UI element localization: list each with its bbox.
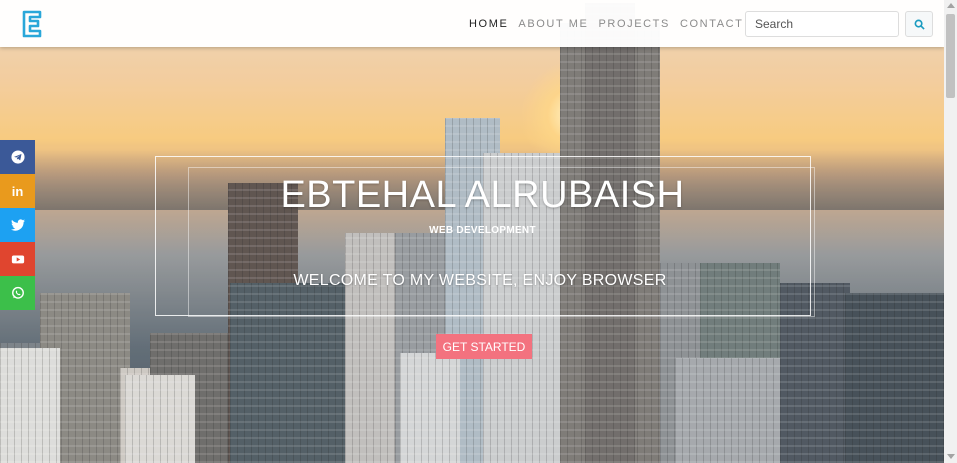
nav-projects[interactable]: PROJECTS bbox=[598, 18, 669, 30]
navbar: E HOMEABOUT MEPROJECTSCONTACT ME bbox=[0, 0, 944, 47]
scroll-thumb[interactable] bbox=[946, 14, 955, 98]
search-button[interactable] bbox=[905, 11, 933, 37]
scroll-down-arrow-icon[interactable] bbox=[947, 454, 955, 459]
logo-e-icon[interactable] bbox=[20, 9, 44, 39]
hero-welcome-text: WELCOME TO MY WEBSITE, ENJOY BROWSER bbox=[293, 272, 667, 289]
twitter-icon bbox=[10, 219, 25, 231]
linkedin-button[interactable]: in bbox=[0, 174, 35, 208]
social-sidebar: in bbox=[0, 140, 35, 310]
nav-home[interactable]: HOME bbox=[469, 18, 508, 30]
telegram-button[interactable] bbox=[0, 140, 35, 174]
whatsapp-button[interactable] bbox=[0, 276, 35, 310]
scroll-up-arrow-icon[interactable] bbox=[947, 3, 955, 8]
nav-about-me[interactable]: ABOUT ME bbox=[518, 18, 588, 30]
hero-subtitle: WEB DEVELOPMENT bbox=[429, 225, 536, 236]
youtube-icon bbox=[11, 255, 24, 264]
search-icon bbox=[914, 19, 925, 30]
telegram-icon bbox=[10, 150, 25, 164]
page-scrollbar[interactable] bbox=[944, 0, 957, 463]
youtube-button[interactable] bbox=[0, 242, 35, 276]
whatsapp-icon bbox=[11, 286, 24, 299]
twitter-button[interactable] bbox=[0, 208, 35, 242]
search-input[interactable] bbox=[745, 11, 899, 37]
hero-title: EBTEHAL ALRUBAISH bbox=[280, 174, 685, 216]
linkedin-icon: in bbox=[11, 183, 24, 199]
get-started-button[interactable]: GET STARTED bbox=[436, 334, 532, 359]
nav-links: HOME ABOUT ME PROJECTS CONTACT ME bbox=[469, 18, 778, 30]
